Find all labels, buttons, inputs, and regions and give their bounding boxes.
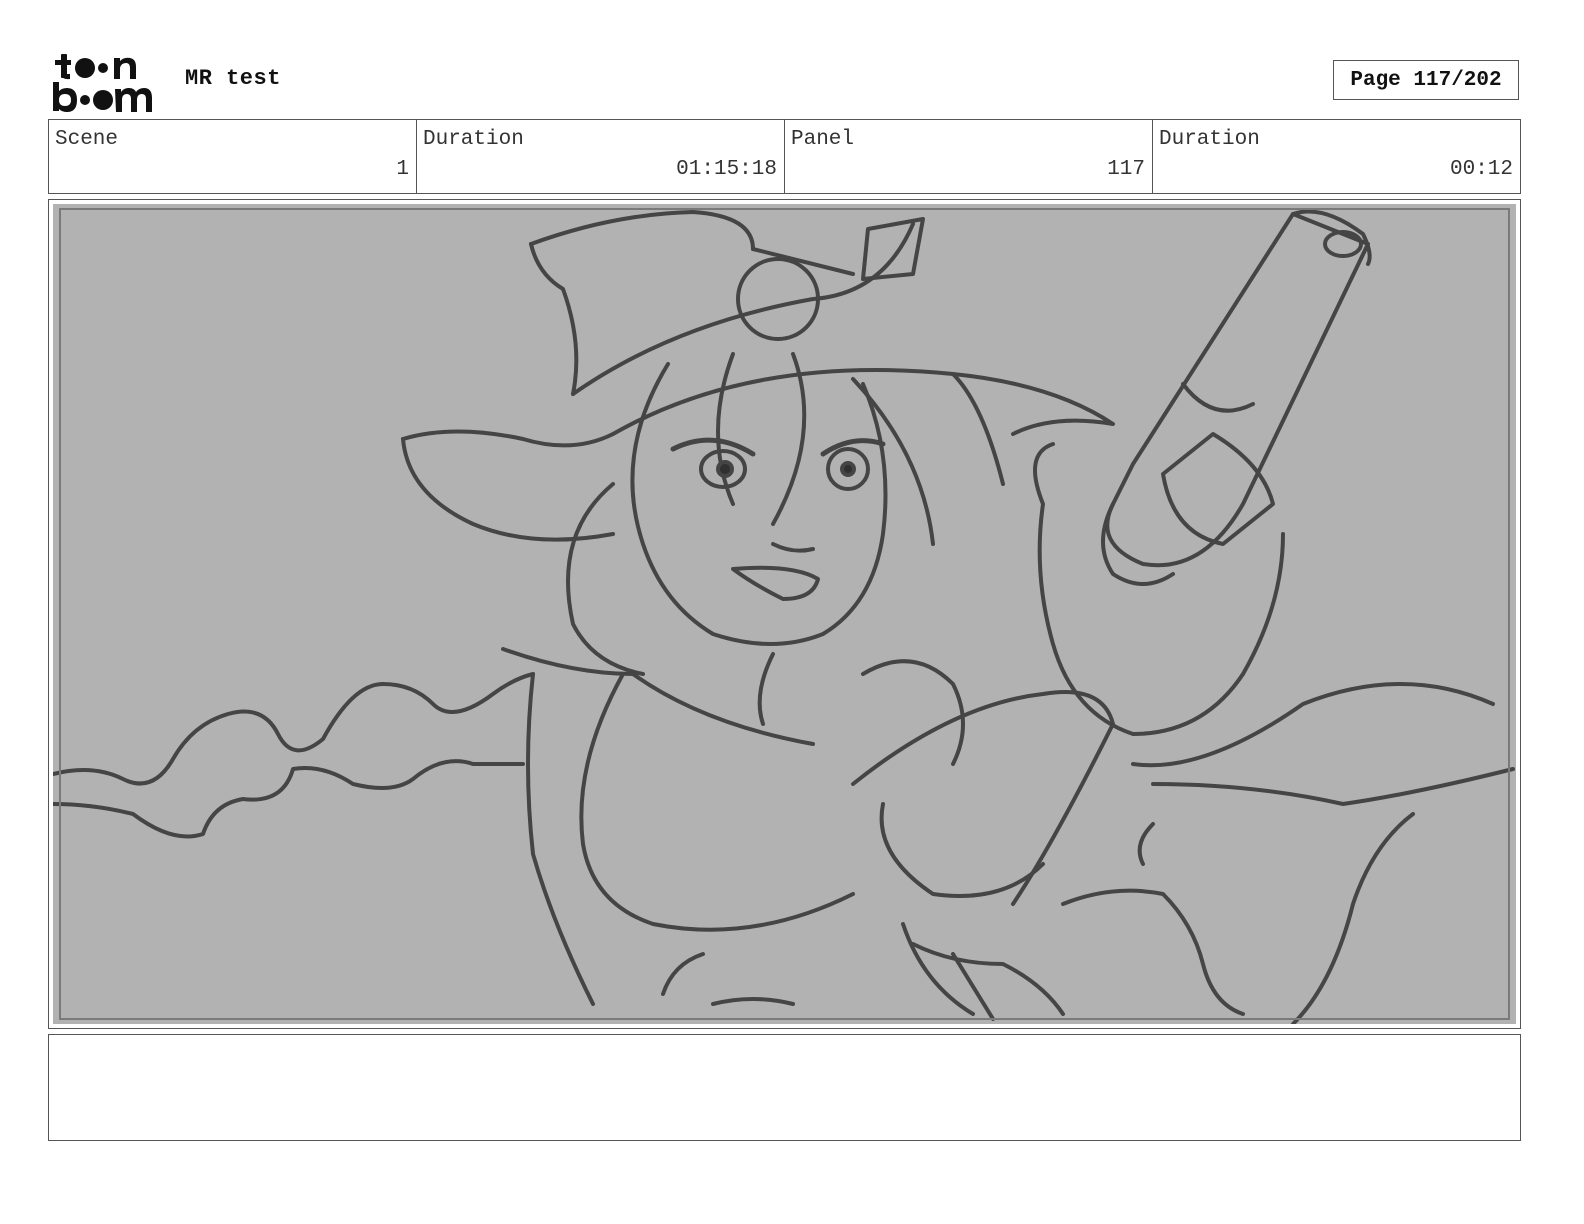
panel-duration-value: 00:12 xyxy=(1449,158,1513,181)
storyboard-sketch-image xyxy=(53,209,1515,1024)
scene-duration-cell: Duration 01:15:18 xyxy=(416,120,784,193)
panel-duration-label: Duration xyxy=(1159,128,1260,151)
toon-boom-logo xyxy=(52,50,164,114)
logo-icon xyxy=(53,54,152,112)
panel-label: Panel xyxy=(791,128,855,151)
scene-cell: Scene 1 xyxy=(49,120,416,193)
page-indicator: Page 117/202 xyxy=(1333,60,1519,100)
scene-duration-value: 01:15:18 xyxy=(676,158,777,181)
project-title: MR test xyxy=(185,66,281,91)
panel-image-area xyxy=(53,204,1516,1024)
panel-notes-box xyxy=(48,1034,1521,1141)
panel-value: 117 xyxy=(1107,158,1145,181)
scene-duration-label: Duration xyxy=(423,128,524,151)
panel-duration-cell: Duration 00:12 xyxy=(1152,120,1520,193)
panel-info-table: Scene 1 Duration 01:15:18 Panel 117 Dura… xyxy=(48,119,1521,194)
scene-label: Scene xyxy=(55,128,119,151)
storyboard-panel xyxy=(48,199,1521,1029)
panel-cell: Panel 117 xyxy=(784,120,1152,193)
scene-value: 1 xyxy=(396,158,409,181)
